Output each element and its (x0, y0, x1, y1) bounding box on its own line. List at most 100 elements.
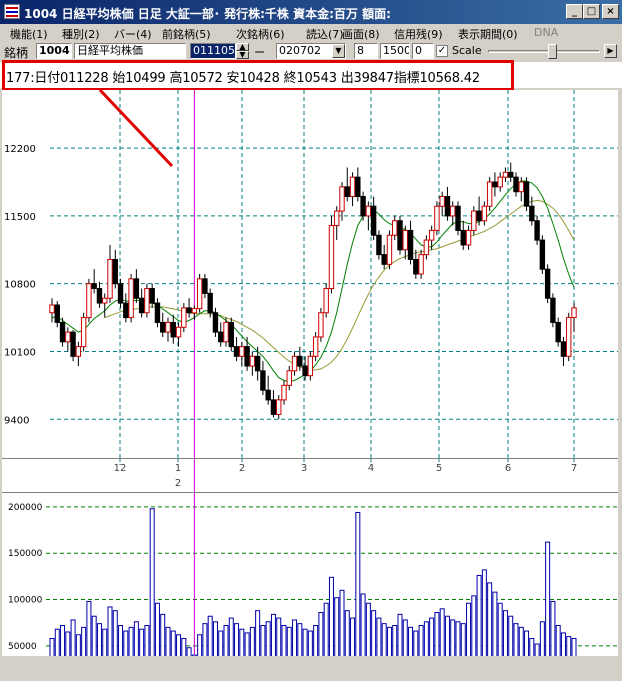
volume-bar (350, 617, 356, 658)
candle (413, 258, 419, 275)
candle (239, 346, 245, 357)
month-tick-label: 7 (571, 463, 577, 474)
date-down-icon[interactable]: ▼ (236, 51, 249, 59)
menu-bar: 機能(1) 種別(2) バー(4) 前銘柄(5) 次銘柄(6) 読込(7) 画面… (0, 24, 622, 42)
symbol-code-field[interactable]: 1004 (36, 43, 72, 59)
candle (244, 346, 250, 367)
offset-field[interactable]: 0 (412, 43, 434, 59)
menu-bar-type[interactable]: バー(4) (114, 26, 152, 42)
volume-bar (318, 612, 324, 658)
candle (344, 186, 350, 198)
volume-bar (144, 624, 150, 658)
volume-bar (154, 602, 160, 658)
volume-bar (281, 624, 287, 658)
date-from-field[interactable]: 011105 (190, 43, 236, 59)
candle (460, 229, 466, 246)
candle (123, 302, 129, 319)
count-field[interactable]: 1500 (380, 43, 410, 59)
candle (428, 229, 435, 241)
volume-chart[interactable]: 200000 150000 100000 50000 (2, 493, 618, 658)
volume-bar (508, 615, 514, 658)
candle (370, 205, 377, 236)
candle (133, 278, 140, 299)
volume-bar (418, 624, 424, 658)
candle (434, 205, 440, 231)
menu-load[interactable]: 読込(7) (306, 26, 344, 42)
price-chart[interactable]: 12200 11500 10800 10100 9400 (2, 88, 618, 458)
app-icon[interactable] (4, 4, 20, 19)
candle (486, 181, 493, 207)
chevron-down-icon[interactable]: ▼ (332, 44, 345, 58)
candle (502, 171, 509, 178)
price-chart-panel[interactable]: 12200 11500 10800 10100 9400 (2, 88, 618, 458)
candle (476, 210, 482, 222)
candle (70, 331, 76, 357)
month-tick-label: 5 (436, 463, 442, 474)
volume-bar (170, 630, 176, 658)
scale-checkbox[interactable]: ✓ (436, 45, 448, 57)
volume-bar (86, 600, 92, 658)
menu-margin[interactable]: 信用残(9) (394, 26, 443, 42)
scale-slider-track[interactable] (488, 50, 600, 53)
close-button[interactable]: × (602, 4, 619, 19)
menu-next-symbol[interactable]: 次銘柄(6) (236, 26, 285, 42)
candle (154, 302, 161, 323)
menu-display-period[interactable]: 表示期間(0) (458, 26, 518, 42)
volume-bar (260, 624, 266, 658)
candle (160, 321, 166, 333)
candle (497, 176, 503, 188)
scale-slider-thumb[interactable] (548, 44, 557, 59)
candle (513, 176, 519, 193)
volume-bar (429, 617, 435, 658)
candle (80, 317, 87, 348)
volume-bar (539, 621, 545, 658)
candle (392, 220, 398, 236)
candle (571, 307, 577, 319)
volume-bar (408, 626, 414, 658)
volume-chart-panel[interactable]: 200000 150000 100000 50000 (2, 492, 618, 658)
price-tick-label: 12200 (4, 144, 36, 155)
candle (407, 229, 414, 260)
volume-bar (560, 632, 566, 658)
maximize-button[interactable]: □ (583, 4, 600, 19)
volume-bar (381, 623, 387, 658)
candle (96, 288, 103, 304)
volume-bar (218, 630, 224, 658)
menu-type[interactable]: 種別(2) (62, 26, 100, 42)
candle (439, 196, 445, 207)
menu-dna[interactable]: DNA (534, 26, 558, 39)
volume-bar (423, 621, 429, 658)
minimize-button[interactable]: _ (566, 4, 583, 19)
candle (566, 317, 572, 357)
month-axis: 12 1 2 3 4 5 6 72 (114, 459, 577, 493)
candle (49, 304, 55, 314)
volume-bar (471, 595, 477, 658)
volume-bar (70, 619, 76, 658)
volume-bar (434, 612, 440, 658)
month-tick-label: 3 (301, 463, 307, 474)
period-field[interactable]: 8 (354, 43, 378, 59)
candle (523, 181, 530, 207)
candle (539, 239, 546, 270)
volume-bar (123, 630, 129, 658)
menu-function[interactable]: 機能(1) (10, 26, 48, 42)
volume-bar (313, 624, 319, 658)
horizontal-scrollbar[interactable] (2, 656, 618, 679)
chevron-right-icon[interactable]: ▶ (604, 44, 617, 58)
candle (165, 321, 171, 333)
volume-bar (118, 624, 124, 658)
volume-bar (276, 617, 282, 658)
volume-bar (54, 628, 60, 658)
menu-prev-symbol[interactable]: 前銘柄(5) (162, 26, 211, 42)
volume-bar (392, 624, 398, 658)
candle (212, 312, 219, 333)
candle (138, 297, 145, 314)
scale-label: Scale (452, 44, 482, 57)
menu-screen[interactable]: 画面(8) (342, 26, 380, 42)
volume-bar (286, 626, 292, 658)
volume-bar (360, 593, 366, 658)
volume-bar (302, 628, 308, 658)
symbol-name-field[interactable]: 日経平均株価 (74, 43, 186, 59)
volume-bar (165, 626, 171, 658)
volume-bar (223, 624, 229, 658)
